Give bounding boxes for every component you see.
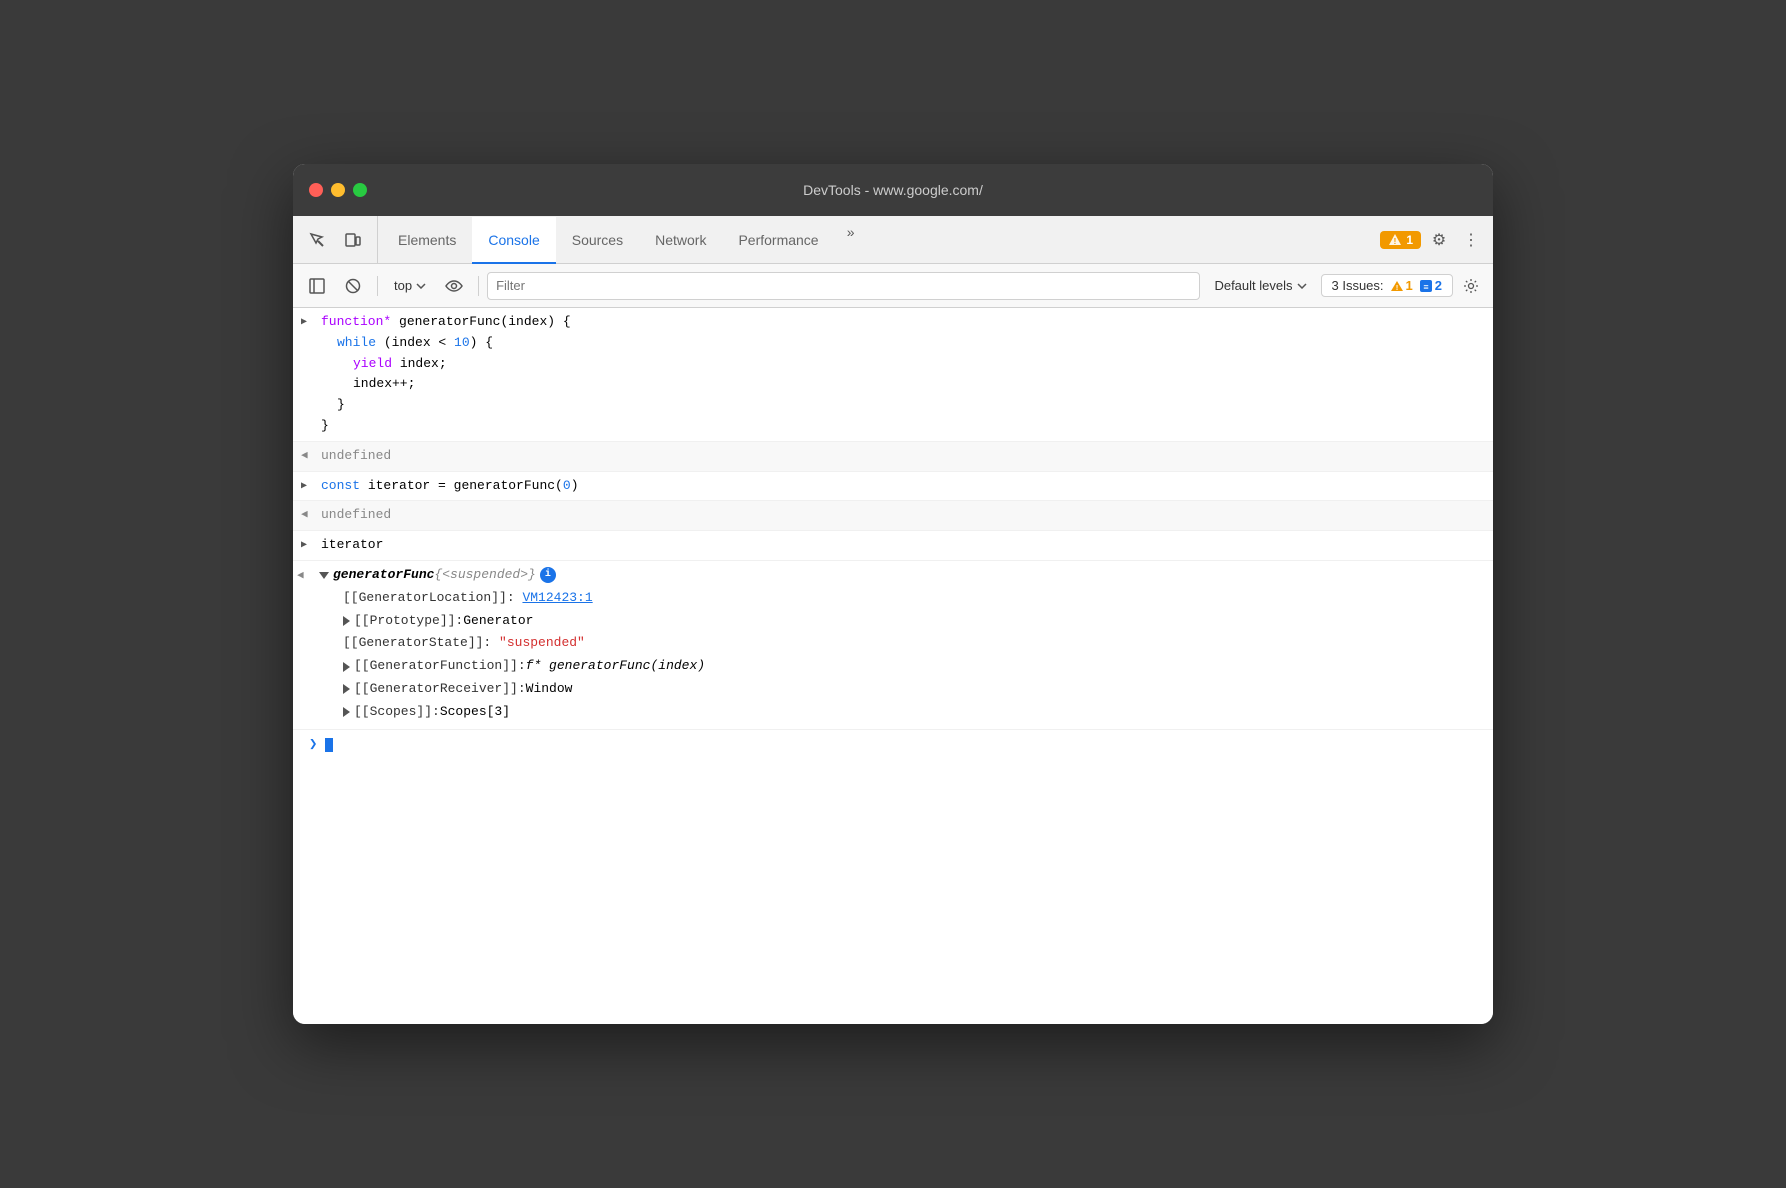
- log-levels-button[interactable]: Default levels: [1204, 274, 1316, 297]
- generator-prototype-row: [[Prototype]]: Generator: [319, 611, 1485, 632]
- result-arrow-2: ◀: [293, 505, 317, 525]
- maximize-button[interactable]: [353, 183, 367, 197]
- vm-location-link[interactable]: VM12423:1: [522, 590, 592, 605]
- live-expressions-button[interactable]: [438, 270, 470, 302]
- console-toolbar: top Default levels 3 Issues:: [293, 264, 1493, 308]
- console-entry-1: ▶ function* generatorFunc(index) { while…: [293, 308, 1493, 442]
- result-arrow-3: ◀: [293, 565, 317, 586]
- issues-label: 3 Issues:: [1332, 278, 1384, 293]
- expand-arrow-2[interactable]: ▶: [293, 476, 317, 495]
- more-options-button[interactable]: ⋮: [1457, 226, 1485, 254]
- clear-console-button[interactable]: [337, 270, 369, 302]
- console-settings-button[interactable]: [1457, 272, 1485, 300]
- console-entry-3: ▶ iterator: [293, 531, 1493, 561]
- more-tabs-button[interactable]: »: [835, 216, 867, 248]
- minimize-button[interactable]: [331, 183, 345, 197]
- prompt-cursor: [325, 738, 333, 752]
- tab-performance[interactable]: Performance: [722, 217, 834, 264]
- issues-counter[interactable]: 3 Issues: ! 1 ≡ 2: [1321, 274, 1454, 297]
- prompt-arrow: ❯: [309, 734, 317, 756]
- expand-function[interactable]: [343, 662, 350, 672]
- console-content[interactable]: ▶ function* generatorFunc(index) { while…: [293, 308, 1493, 1024]
- tab-console[interactable]: Console: [472, 217, 555, 264]
- window-title: DevTools - www.google.com/: [803, 182, 983, 198]
- tab-sources[interactable]: Sources: [556, 217, 639, 264]
- console-sidebar-toggle[interactable]: [301, 270, 333, 302]
- tab-elements[interactable]: Elements: [382, 217, 472, 264]
- prototype-value: Generator: [463, 611, 533, 632]
- collapse-generator[interactable]: [319, 572, 329, 579]
- generator-location-row: [[GeneratorLocation]]: VM12423:1: [319, 588, 1485, 609]
- device-toolbar-button[interactable]: [337, 224, 369, 256]
- context-selector[interactable]: top: [386, 274, 434, 297]
- generator-function-value: f* generatorFunc(index): [526, 656, 705, 677]
- top-label: top: [394, 278, 412, 293]
- devtools-window: DevTools - www.google.com/ Elements: [293, 164, 1493, 1024]
- expand-scopes[interactable]: [343, 707, 350, 717]
- console-prompt[interactable]: ❯: [293, 730, 1493, 760]
- traffic-lights: [309, 183, 367, 197]
- info-badge[interactable]: i: [540, 567, 556, 583]
- filter-input[interactable]: [487, 272, 1200, 300]
- generator-state-value: "suspended": [499, 635, 585, 650]
- svg-text:!: !: [1394, 237, 1397, 246]
- generator-function-row: [[GeneratorFunction]]: f* generatorFunc(…: [319, 656, 1485, 677]
- inspect-element-button[interactable]: [301, 224, 333, 256]
- issues-info: ≡ 2: [1419, 278, 1442, 293]
- console-result-1: ◀ undefined: [293, 442, 1493, 472]
- tab-bar-right: ! 1 ⚙ ⋮: [1380, 216, 1485, 263]
- expand-receiver[interactable]: [343, 684, 350, 694]
- tab-bar: Elements Console Sources Network Perform…: [293, 216, 1493, 264]
- svg-text:!: !: [1395, 285, 1397, 292]
- warning-count: 1: [1406, 233, 1413, 247]
- svg-text:≡: ≡: [1423, 282, 1428, 292]
- settings-button[interactable]: ⚙: [1425, 226, 1453, 254]
- generator-scopes-row: [[Scopes]]: Scopes[3]: [319, 702, 1485, 723]
- iterator-label: iterator: [321, 537, 383, 552]
- generator-state-row: [[GeneratorState]]: "suspended": [319, 633, 1485, 654]
- title-bar: DevTools - www.google.com/: [293, 164, 1493, 216]
- tab-items: Elements Console Sources Network Perform…: [382, 216, 1380, 263]
- code-block-1: function* generatorFunc(index) { while (…: [317, 312, 1485, 437]
- issues-warning: ! 1: [1390, 278, 1413, 293]
- console-entry-2: ▶ const iterator = generatorFunc(0): [293, 472, 1493, 502]
- result-arrow-1: ◀: [293, 446, 317, 466]
- console-result-2: ◀ undefined: [293, 501, 1493, 531]
- generator-receiver-value: Window: [526, 679, 573, 700]
- tab-network[interactable]: Network: [639, 217, 722, 264]
- generator-func-name: generatorFunc: [333, 565, 434, 586]
- expand-arrow-1[interactable]: ▶: [293, 312, 317, 331]
- tab-bar-tools: [301, 216, 378, 263]
- console-generator-entry: ◀ generatorFunc {<suspended>} i [[Genera…: [293, 561, 1493, 730]
- warning-badge[interactable]: ! 1: [1380, 231, 1421, 249]
- generator-scopes-value: Scopes[3]: [440, 702, 510, 723]
- expand-prototype[interactable]: [343, 616, 350, 626]
- close-button[interactable]: [309, 183, 323, 197]
- generator-receiver-row: [[GeneratorReceiver]]: Window: [319, 679, 1485, 700]
- result-undefined-2: undefined: [321, 507, 391, 522]
- expand-arrow-3[interactable]: ▶: [293, 535, 317, 554]
- separator-1: [377, 276, 378, 296]
- separator-2: [478, 276, 479, 296]
- result-undefined-1: undefined: [321, 448, 391, 463]
